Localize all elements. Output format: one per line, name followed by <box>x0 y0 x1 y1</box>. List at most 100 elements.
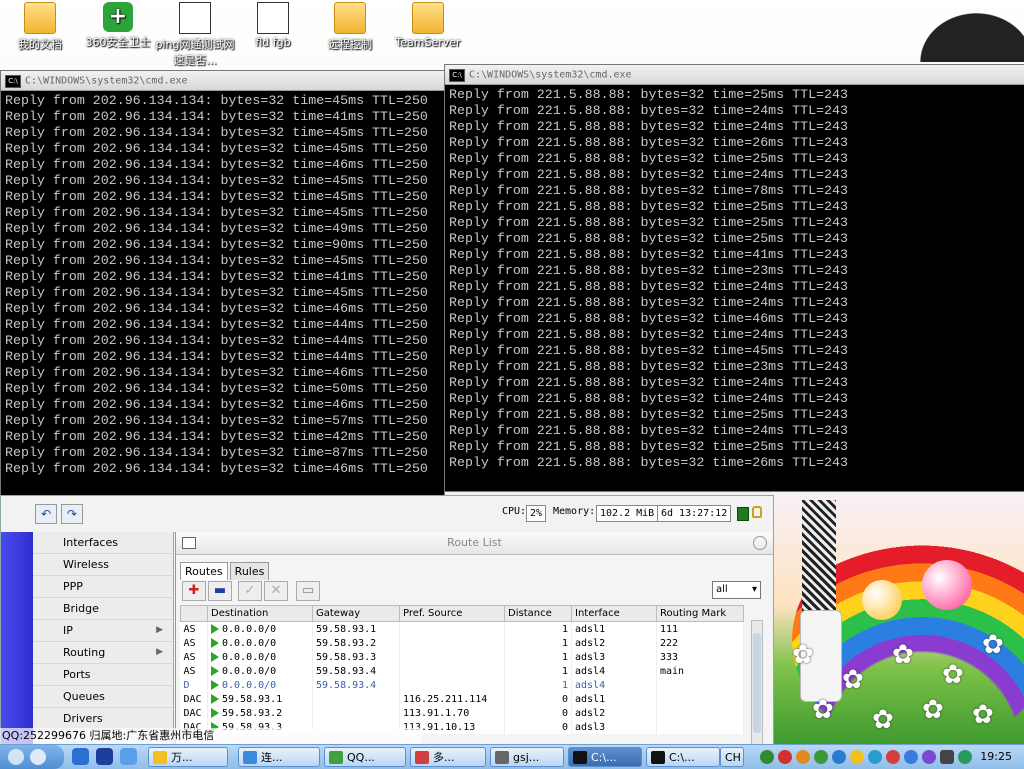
cell-mark <box>656 692 744 706</box>
menu-item-queues[interactable]: Queues <box>33 686 173 708</box>
menu-item-ports[interactable]: Ports <box>33 664 173 686</box>
vertical-scrollbar[interactable] <box>751 620 763 746</box>
wallpaper-flower: ✿ <box>792 640 814 670</box>
window-titlebar[interactable]: C:\ C:\WINDOWS\system32\cmd.exe <box>445 65 1024 85</box>
start-button[interactable] <box>0 745 64 769</box>
taskbar-button[interactable]: 连... <box>238 747 320 767</box>
cell-text: 116.25.211.114 <box>403 693 488 705</box>
undo-button[interactable]: ↶ <box>35 504 57 524</box>
network-icon[interactable] <box>868 750 882 764</box>
table-row[interactable]: AS 0.0.0.0/0 59.58.93.1 1 adsl1 111 <box>180 621 744 636</box>
table-row[interactable]: AS 0.0.0.0/0 59.58.93.4 1 adsl4 main <box>180 664 744 678</box>
minus-icon: ▬ <box>213 583 227 598</box>
column-header[interactable] <box>180 605 208 622</box>
taskbar-button[interactable]: QQ... <box>324 747 406 767</box>
wallpaper-flower: ✿ <box>972 700 994 730</box>
cell-text: adsl3 <box>575 651 606 663</box>
console-line: Reply from 221.5.88.88: bytes=32 time=26… <box>449 455 848 470</box>
cell-text: 59.58.93.1 <box>222 693 283 705</box>
cell-mark <box>656 706 744 720</box>
filter-select[interactable]: all <box>712 581 761 599</box>
winbox-window[interactable]: ↶ ↷ CPU: 2% Memory: 102.2 MiB 6d 13:27:1… <box>0 495 774 747</box>
table-row[interactable]: DAC 59.58.93.2 113.91.1.70 0 adsl2 <box>180 706 744 720</box>
menu-item-ip[interactable]: IP ▶ <box>33 620 173 642</box>
ie-icon[interactable] <box>120 748 137 765</box>
security-icon[interactable] <box>778 750 792 764</box>
cell-interface: adsl1 <box>571 621 657 636</box>
ime-indicator[interactable]: CH <box>720 747 744 767</box>
menu-item-label: Ports <box>63 668 91 681</box>
desktop-icon-remote-control[interactable]: 远程控制 <box>310 2 390 52</box>
cmd-icon: C:\ <box>5 74 21 88</box>
qq-icon[interactable] <box>760 750 774 764</box>
ie-icon[interactable] <box>72 748 89 765</box>
update-icon[interactable] <box>904 750 918 764</box>
taskbar-button[interactable]: 万... <box>148 747 228 767</box>
qq-icon[interactable] <box>850 750 864 764</box>
menu-item-interfaces[interactable]: Interfaces <box>33 532 173 554</box>
column-header[interactable]: Pref. Source <box>399 605 505 622</box>
add-button[interactable]: ✚ <box>182 581 206 601</box>
desktop-icon-my-documents[interactable]: 我的文档 <box>0 2 80 52</box>
wallpaper-flower: ✿ <box>812 695 834 725</box>
route-list-titlebar[interactable]: Route List <box>176 532 773 555</box>
desktop-icon[interactable] <box>96 748 113 765</box>
scrollbar-thumb[interactable] <box>753 633 761 733</box>
monitor-icon[interactable] <box>940 750 954 764</box>
taskbar-button[interactable]: gsj... <box>490 747 564 767</box>
column-header[interactable]: Routing Mark <box>656 605 744 622</box>
column-header[interactable]: Interface <box>571 605 657 622</box>
taskbar-button[interactable]: 多... <box>410 747 486 767</box>
antivirus-icon[interactable] <box>886 750 900 764</box>
ie-icon[interactable] <box>832 750 846 764</box>
disable-button[interactable]: ✕ <box>264 581 288 601</box>
back-icon <box>30 749 46 765</box>
menu-item-drivers[interactable]: Drivers <box>33 708 173 730</box>
console-line: Reply from 221.5.88.88: bytes=32 time=25… <box>449 231 848 246</box>
menu-item-bridge[interactable]: Bridge <box>33 598 173 620</box>
cell-pref-source <box>399 678 505 692</box>
taskbar-button[interactable]: C:\... <box>568 747 642 767</box>
menu-item-wireless[interactable]: Wireless <box>33 554 173 576</box>
console-output[interactable]: Reply from 202.96.134.134: bytes=32 time… <box>5 93 444 495</box>
menu-item-ppp[interactable]: PPP <box>33 576 173 598</box>
table-row[interactable]: DAC 59.58.93.1 116.25.211.114 0 adsl1 <box>180 692 744 706</box>
desktop-icon-fld-fgb[interactable]: fld fgb <box>233 2 313 49</box>
column-header[interactable]: Distance <box>504 605 572 622</box>
table-row[interactable]: D 0.0.0.0/0 59.58.93.4 1 adsl4 <box>180 678 744 692</box>
taskbar-button-label: 多... <box>433 751 455 764</box>
cmd-window-right[interactable]: C:\ C:\WINDOWS\system32\cmd.exe Reply fro… <box>444 64 1024 492</box>
table-row[interactable]: AS 0.0.0.0/0 59.58.93.3 1 adsl3 333 <box>180 650 744 664</box>
desktop-icon-teamserver[interactable]: TeamServer <box>388 2 468 49</box>
console-line: Reply from 202.96.134.134: bytes=32 time… <box>5 141 428 156</box>
desktop-icon-360[interactable]: + 360安全卫士 <box>78 2 158 50</box>
network-icon[interactable] <box>814 750 828 764</box>
tab-routes[interactable]: Routes <box>180 562 228 580</box>
taskbar-button[interactable]: C:\... <box>646 747 720 767</box>
column-header[interactable]: Gateway <box>312 605 400 622</box>
winbox-toolbar: ↶ ↷ CPU: 2% Memory: 102.2 MiB 6d 13:27:1… <box>1 496 773 533</box>
volume-icon[interactable] <box>958 750 972 764</box>
table-row[interactable]: AS 0.0.0.0/0 59.58.93.2 1 adsl2 222 <box>180 636 744 650</box>
comment-button[interactable]: ▭ <box>296 581 320 601</box>
close-icon[interactable] <box>753 536 767 550</box>
column-header[interactable]: Destination <box>207 605 313 622</box>
cmd-window-left[interactable]: C:\ C:\WINDOWS\system32\cmd.exe Reply fro… <box>0 70 445 496</box>
redo-button[interactable]: ↷ <box>61 504 83 524</box>
taskbar: 万... 连... QQ... 多... gsj... C:\... C:\... CH 1… <box>0 744 1024 769</box>
window-titlebar[interactable]: C:\ C:\WINDOWS\system32\cmd.exe <box>1 71 444 91</box>
desktop-icon-ping-test[interactable]: ping网通测试网速是否... <box>155 2 235 68</box>
enable-button[interactable]: ✓ <box>238 581 262 601</box>
app-icon <box>651 751 665 764</box>
app-icon[interactable] <box>922 750 936 764</box>
desktop-icon-label: 我的文档 <box>18 38 62 51</box>
remove-button[interactable]: ▬ <box>208 581 232 601</box>
desktop-icon-label: 远程控制 <box>328 38 372 51</box>
lock-icon <box>752 506 762 518</box>
route-list-window[interactable]: Route List RoutesRules ✚ ▬ ✓ ✕ ▭ all Des… <box>175 532 773 746</box>
menu-item-routing[interactable]: Routing ▶ <box>33 642 173 664</box>
tab-rules[interactable]: Rules <box>229 562 270 580</box>
cell-text: 59.58.93.2 <box>316 637 377 649</box>
console-output[interactable]: Reply from 221.5.88.88: bytes=32 time=25… <box>449 87 1024 491</box>
chat-icon[interactable] <box>796 750 810 764</box>
